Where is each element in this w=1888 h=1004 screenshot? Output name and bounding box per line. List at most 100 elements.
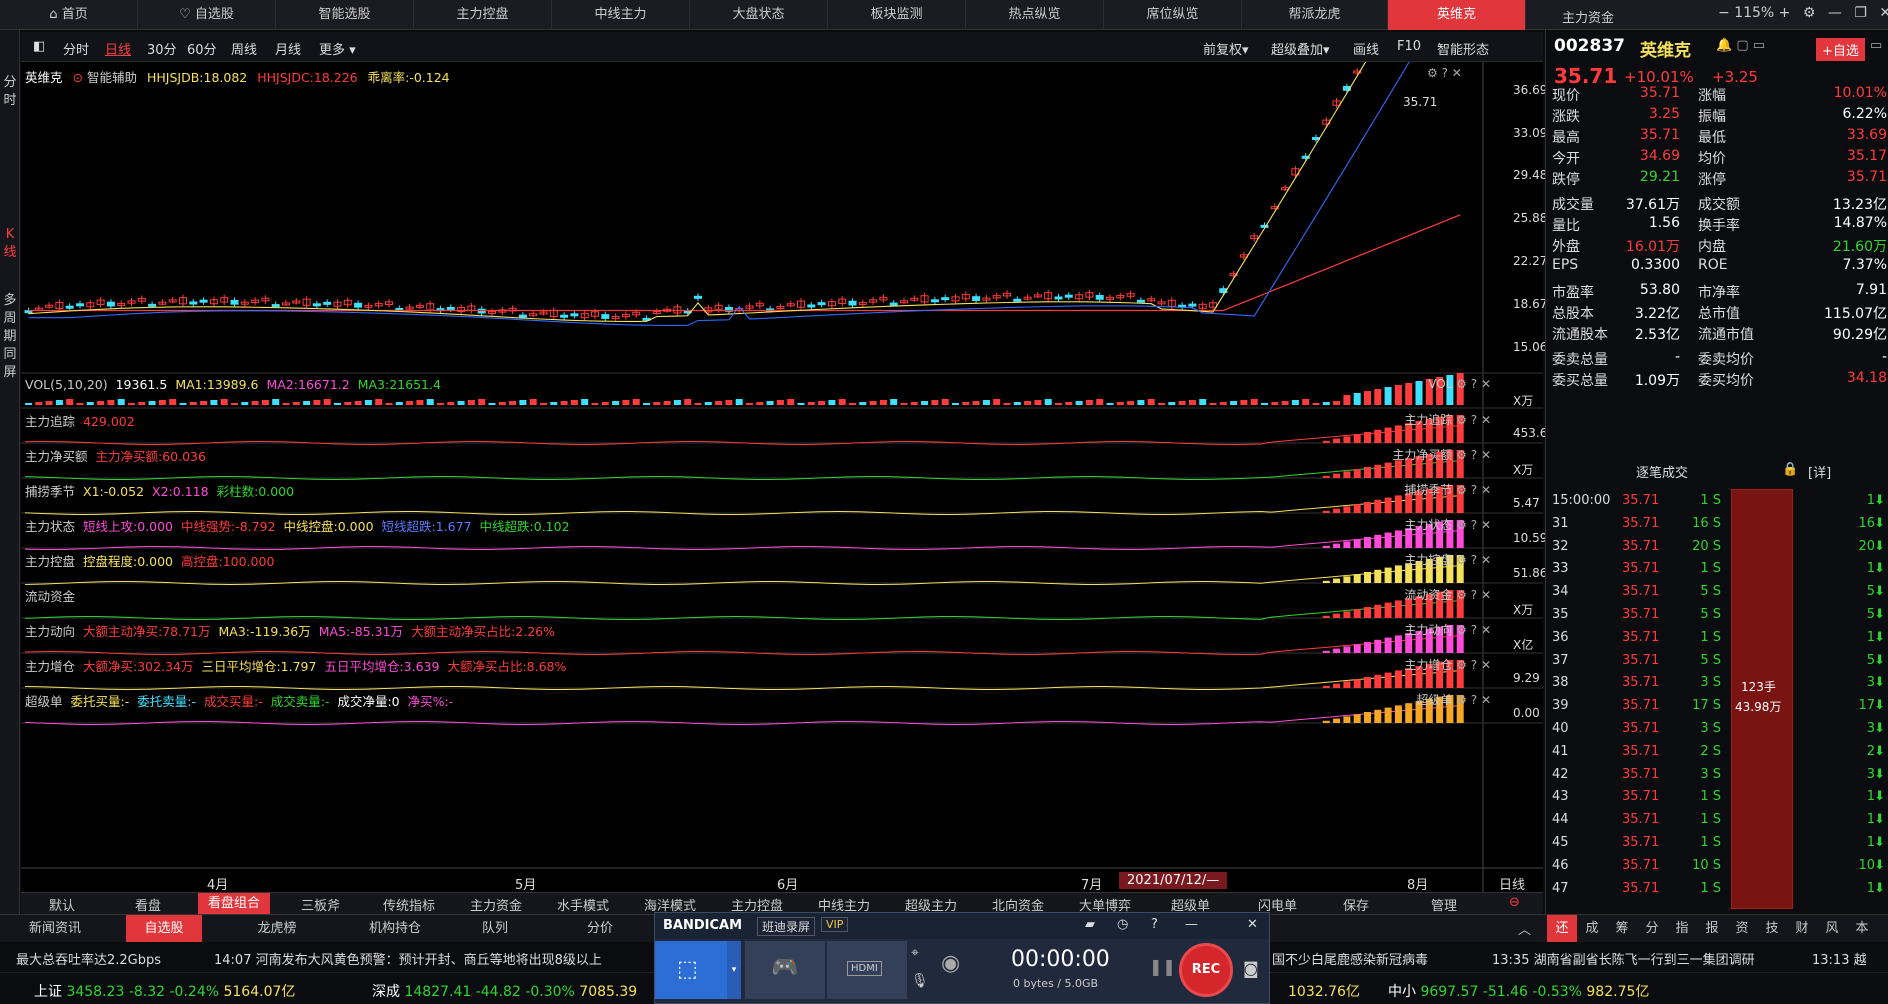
tab-watch[interactable]: 看盘 (135, 895, 161, 914)
mouse-icon[interactable]: ⌖ (911, 945, 919, 961)
tab-seat[interactable]: 席位纵览 (1104, 0, 1242, 30)
help-icon[interactable]: ? (1467, 518, 1477, 532)
tab-price-dist[interactable]: 分价 (545, 915, 655, 943)
gear-icon[interactable]: ⚙ (1452, 693, 1467, 707)
game-mode-button[interactable]: 🎮 (745, 941, 825, 999)
overlay-dropdown[interactable]: 超级叠加▾ (1271, 39, 1330, 58)
folder-icon[interactable]: ▰ (1085, 917, 1095, 932)
vip-badge[interactable]: VIP (821, 917, 849, 932)
close-icon[interactable]: ✕ (1477, 553, 1491, 567)
index-sz[interactable]: 深成 14827.41 -44.82 -0.30% 7085.39 (372, 981, 637, 1001)
index-sh[interactable]: 上证 3458.23 -8.32 -0.24% 5164.07亿 (34, 981, 295, 1001)
layout-icon[interactable]: ◧ (33, 39, 45, 54)
tab-watch-combo[interactable]: 看盘组合 (198, 893, 271, 915)
tab-quote-10[interactable]: 本 (1847, 915, 1877, 943)
tab-market-state[interactable]: 大盘状态 (690, 0, 828, 30)
gear-icon[interactable]: ⚙ (1452, 623, 1467, 637)
webcam-icon[interactable]: ◉ (941, 951, 960, 976)
tab-quote-4[interactable]: 指 (1667, 915, 1697, 943)
period-weekly[interactable]: 周线 (231, 39, 257, 58)
add-watchlist-button[interactable]: +自选 (1816, 38, 1865, 61)
sidebar-item-kline[interactable]: K线 (2, 226, 18, 262)
period-timeshare[interactable]: 分时 (63, 39, 89, 58)
help-icon[interactable]: ? (1467, 413, 1477, 427)
draw-button[interactable]: 画线 (1353, 39, 1379, 58)
panel-name[interactable]: 超级单 (25, 694, 63, 709)
index-cy[interactable]: 1032.76亿 (1288, 981, 1360, 1001)
mode-dropdown-icon[interactable]: ▾ (727, 941, 741, 999)
gear-icon[interactable]: ⚙ (1452, 483, 1467, 497)
mic-icon[interactable]: 🎙 (911, 973, 929, 989)
help-icon[interactable]: ? (1467, 658, 1477, 672)
tab-default[interactable]: 默认 (49, 895, 75, 914)
chart-area[interactable]: 英维克 ⊙ 智能辅助 HHJSJDB:18.082 HHJSJDC:18.226… (21, 62, 1555, 893)
period-more[interactable]: 更多 ▾ (319, 39, 356, 58)
gear-icon[interactable]: ⚙ (1452, 553, 1467, 567)
gear-icon[interactable]: ⚙ (1427, 66, 1438, 80)
alert-icons[interactable]: 🔔 ▢ ▭ (1716, 38, 1765, 53)
pause-icon[interactable]: ❚❚ (1149, 957, 1176, 976)
minus-icon[interactable]: − (1718, 5, 1730, 21)
f10-button[interactable]: F10 (1397, 39, 1421, 54)
tab-institutions[interactable]: 机构持仓 (340, 915, 450, 943)
index-zx[interactable]: 中小 9697.57 -51.46 -0.53% 982.75亿 (1388, 981, 1649, 1001)
panel-name[interactable]: 主力增仓 (25, 659, 75, 674)
help-icon[interactable]: ? (1467, 483, 1477, 497)
sidebar-item-timeshare[interactable]: 分时 (2, 74, 18, 110)
tab-hotspot[interactable]: 热点纵览 (966, 0, 1104, 30)
help-icon[interactable]: ? (1151, 917, 1158, 932)
save-button[interactable]: 保存 (1343, 895, 1369, 914)
ticker-item[interactable]: 国不少白尾鹿感染新冠病毒 (1272, 949, 1428, 968)
tab-quote-8[interactable]: 财 (1787, 915, 1817, 943)
screen-mode-button[interactable]: ⬚ (655, 941, 727, 999)
collapse-icon[interactable]: ⊖ (1509, 895, 1520, 910)
panel-name[interactable]: 捕捞季节 (25, 484, 75, 499)
dropdown-icon[interactable]: ⊙ (73, 70, 83, 85)
close-icon[interactable]: ✕ (1247, 917, 1258, 932)
help-icon[interactable]: ? (1467, 623, 1477, 637)
kline-chart[interactable] (21, 62, 1543, 892)
gear-icon[interactable]: ⚙ (1452, 377, 1467, 391)
close-icon[interactable]: ✕ (1879, 5, 1888, 21)
tab-quote-1[interactable]: 成 (1577, 915, 1607, 943)
smart-pattern-button[interactable]: 智能形态 (1437, 39, 1489, 58)
help-icon[interactable]: ? (1467, 588, 1477, 602)
manage-button[interactable]: 管理 (1431, 895, 1457, 914)
panel-name[interactable]: 主力状态 (25, 519, 75, 534)
gear-icon[interactable]: ⚙ (1452, 588, 1467, 602)
panel-name[interactable]: VOL(5,10,20) (25, 377, 108, 392)
help-icon[interactable]: ? (1442, 66, 1448, 80)
panel-name[interactable]: 主力净买额 (25, 449, 88, 464)
minimize-icon[interactable]: — (1828, 5, 1842, 21)
camera-icon[interactable]: ◙ (1243, 959, 1259, 978)
period-monthly[interactable]: 月线 (275, 39, 301, 58)
panel-name[interactable]: 主力动向 (25, 624, 75, 639)
gear-icon[interactable]: ⚙ (1452, 413, 1467, 427)
period-60min[interactable]: 60分 (187, 39, 217, 58)
clock-icon[interactable]: ◷ (1117, 917, 1128, 932)
detail-link[interactable]: [详] (1808, 462, 1831, 481)
tab-main-control[interactable]: 主力控盘 (414, 0, 552, 30)
settings-icon[interactable]: ⚙ (1803, 5, 1816, 21)
close-icon[interactable]: ✕ (1477, 448, 1491, 462)
collapse-up-icon[interactable]: ︿ (1518, 919, 1531, 938)
tab-quote-9[interactable]: 风 (1817, 915, 1847, 943)
tab-quote-0[interactable]: 还 (1547, 915, 1577, 943)
maximize-icon[interactable]: ❐ (1854, 5, 1867, 21)
close-icon[interactable]: ✕ (1477, 518, 1491, 532)
tab-main-funds[interactable]: 主力资金 (470, 895, 522, 914)
ticker-item[interactable]: 13:35 湖南省副省长陈飞一行到三一集团调研 (1492, 949, 1755, 968)
close-icon[interactable]: ✕ (1477, 623, 1491, 637)
tab-stock[interactable]: 英维克 (1388, 0, 1526, 30)
tab-sector-monitor[interactable]: 板块监测 (828, 0, 966, 30)
close-icon[interactable]: ✕ (1477, 693, 1491, 707)
assist-label[interactable]: 智能辅助 (87, 70, 137, 85)
tab-quote-2[interactable]: 筹 (1607, 915, 1637, 943)
tab-traditional[interactable]: 传统指标 (383, 895, 435, 914)
panel-name[interactable]: 流动资金 (25, 589, 75, 604)
help-icon[interactable]: ? (1467, 553, 1477, 567)
expand-icon[interactable]: ▭ (1870, 38, 1882, 53)
tab-watchlist[interactable]: ♡ 自选股 (138, 0, 276, 30)
close-icon[interactable]: ✕ (1452, 66, 1462, 80)
bandicam-titlebar[interactable]: BANDICAM 班迪录屏 VIP ▰ ◷ ? — ✕ (655, 913, 1269, 939)
